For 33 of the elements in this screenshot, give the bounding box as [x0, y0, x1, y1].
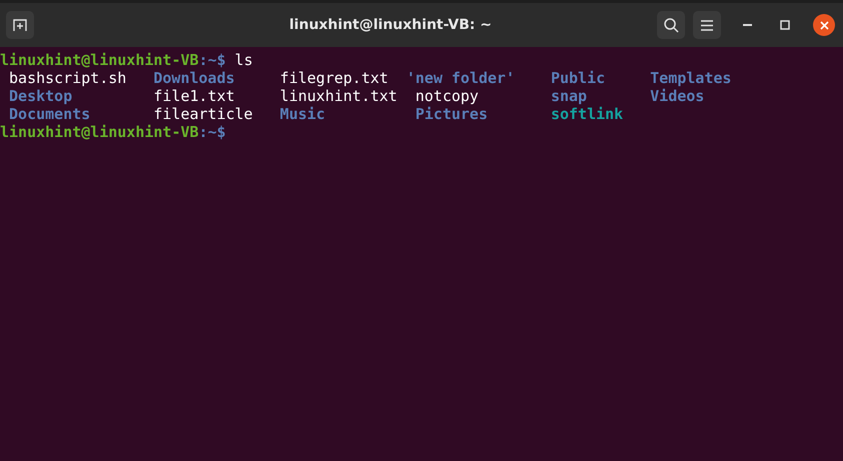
file-name: Downloads: [154, 69, 235, 87]
file-name: Public: [550, 69, 606, 87]
file-name: linuxhint.txt: [280, 87, 398, 105]
maximize-icon: [780, 20, 790, 30]
file-name: snap: [550, 87, 587, 105]
window-title: linuxhint@linuxhint-VB: ~: [288, 17, 493, 33]
file-name: Videos: [650, 87, 704, 105]
file-name: bashscript.sh: [9, 69, 126, 87]
prompt-user: linuxhint@linuxhint-VB: [0, 51, 199, 69]
file-name: Music: [280, 105, 326, 123]
file-name: filegrep.txt: [280, 69, 388, 87]
file-name: Pictures: [415, 105, 488, 123]
file-name: Desktop: [9, 87, 72, 105]
file-name: Documents: [9, 105, 90, 123]
file-name: Templates: [650, 69, 732, 87]
prompt-path: :~$: [198, 123, 226, 141]
close-icon: [820, 20, 828, 30]
file-name: 'new folder': [406, 69, 515, 87]
minimize-icon: [742, 24, 752, 26]
file-name: notcopy: [415, 87, 479, 105]
new-tab-icon: [13, 18, 27, 32]
prompt-path: :~$: [198, 51, 226, 69]
command-text: ls: [234, 51, 253, 69]
menu-icon: [701, 20, 713, 30]
new-tab-button[interactable]: [6, 11, 34, 39]
file-name: softlink: [550, 105, 624, 123]
menu-button[interactable]: [693, 11, 721, 39]
close-button[interactable]: [813, 14, 835, 36]
search-icon: [663, 17, 679, 33]
file-name: filearticle: [154, 105, 253, 123]
search-button[interactable]: [657, 11, 685, 39]
file-name: file1.txt: [154, 87, 235, 105]
prompt-user: linuxhint@linuxhint-VB: [0, 123, 199, 141]
